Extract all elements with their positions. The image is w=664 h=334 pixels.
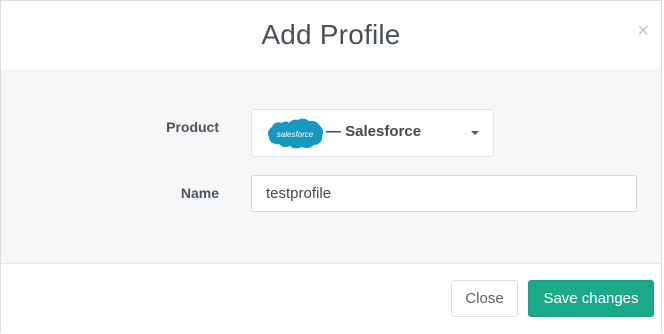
product-select-value: — Salesforce — [326, 123, 422, 140]
caret-down-icon — [471, 131, 479, 135]
add-profile-modal: Add Profile × Product salesforce — Sales… — [0, 0, 662, 333]
salesforce-logo-text: salesforce — [277, 130, 314, 139]
product-label: Product — [166, 119, 219, 135]
save-changes-button[interactable]: Save changes — [528, 280, 654, 317]
modal-header: Add Profile × — [1, 1, 661, 70]
modal-title: Add Profile — [261, 19, 401, 50]
close-icon[interactable]: × — [637, 21, 649, 41]
name-input[interactable] — [251, 175, 637, 212]
modal-body: Product salesforce — Salesforce Name — [1, 69, 661, 264]
modal-footer: Close Save changes — [1, 264, 661, 333]
product-select[interactable]: salesforce — Salesforce — [251, 109, 494, 157]
close-button[interactable]: Close — [451, 280, 518, 317]
name-label: Name — [180, 185, 219, 201]
salesforce-cloud-icon: salesforce — [268, 118, 324, 149]
